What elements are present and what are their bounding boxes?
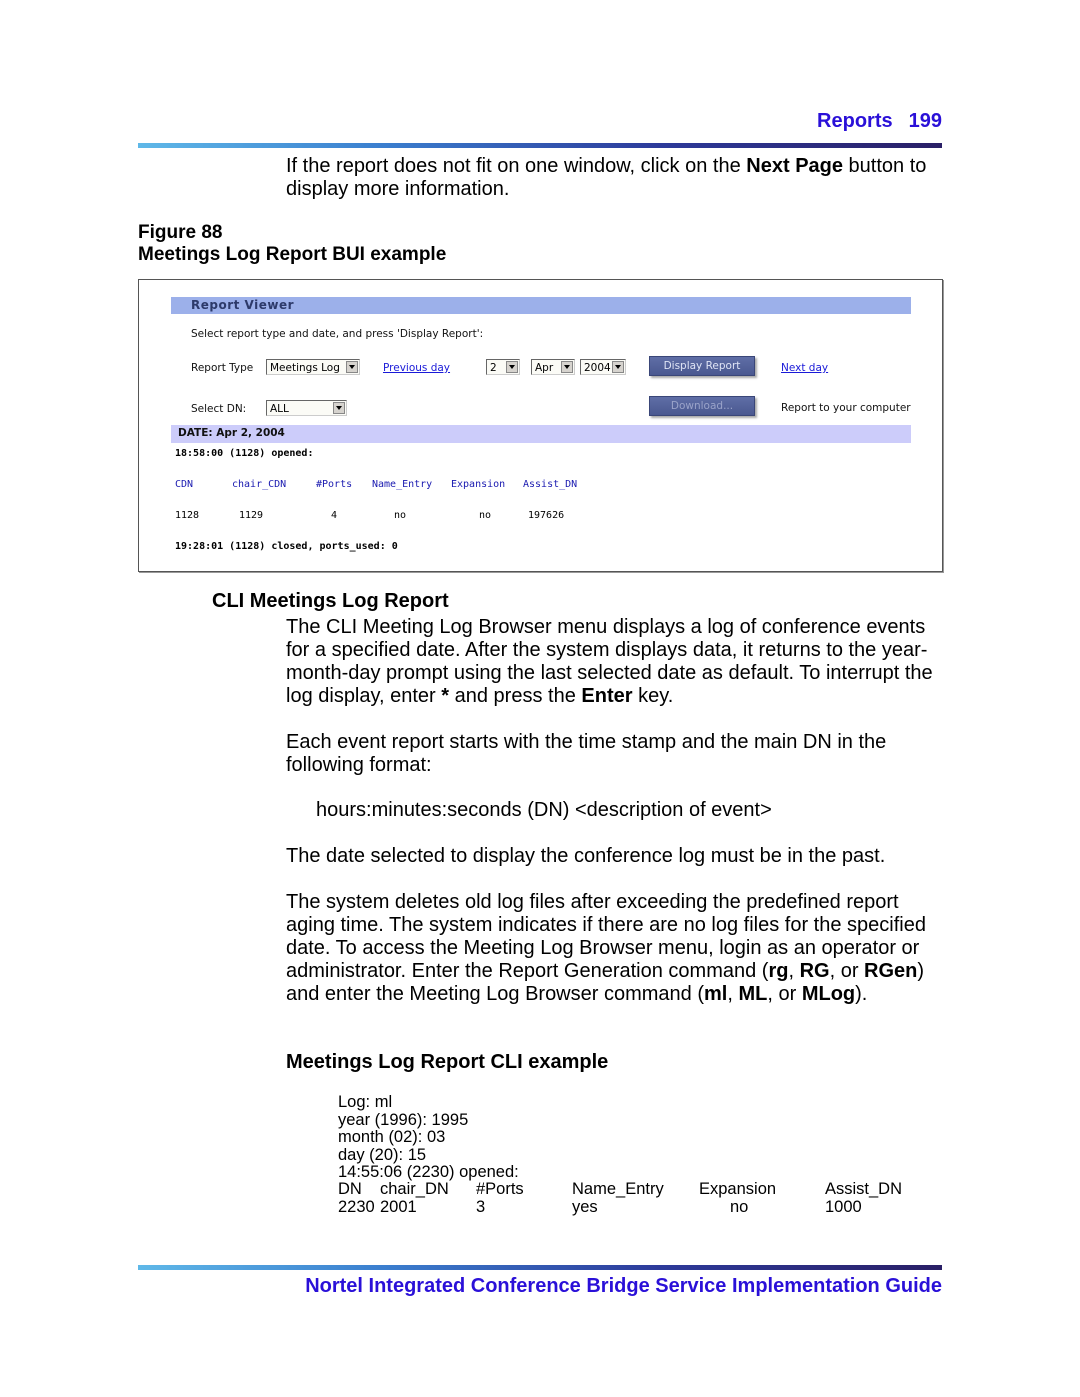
- cli-cell-dn: 2230: [338, 1198, 375, 1216]
- report-col-chair-cdn: chair_CDN: [232, 479, 287, 490]
- intro-paragraph: If the report does not fit on one window…: [286, 155, 927, 200]
- report-cell-expansion: no: [479, 510, 492, 521]
- report-type-select[interactable]: Meetings Log: [266, 359, 360, 375]
- cli-col-ports: #Ports: [476, 1180, 524, 1198]
- previous-day-link[interactable]: Previous day: [383, 362, 450, 374]
- report-date: DATE: Apr 2, 2004: [178, 427, 285, 439]
- chevron-down-icon: [506, 361, 518, 373]
- closed-line: 19:28:01 (1128) closed, ports_used: 0: [175, 541, 398, 552]
- report-viewer-title: Report Viewer: [191, 298, 295, 312]
- cli-paragraph-4: The system deletes old log files after e…: [286, 891, 926, 1005]
- report-col-ports: #Ports: [316, 479, 353, 490]
- figure-number: Figure 88: [138, 222, 223, 243]
- report-col-assist-dn: Assist_DN: [523, 479, 578, 490]
- cli-col-assist-dn: Assist_DN: [825, 1180, 903, 1198]
- display-report-button[interactable]: Display Report: [649, 356, 755, 376]
- figure-caption: Meetings Log Report BUI example: [138, 244, 447, 265]
- instruction-text: Select report type and date, and press '…: [191, 328, 484, 340]
- chevron-down-icon: [612, 361, 624, 373]
- report-cell-assist-dn: 197626: [528, 510, 565, 521]
- month-select[interactable]: Apr: [531, 359, 575, 375]
- report-cell-name-entry: no: [394, 510, 407, 521]
- footer-title: Nortel Integrated Conference Bridge Serv…: [305, 1275, 942, 1297]
- cli-line: 14:55:06 (2230) opened:: [338, 1163, 519, 1181]
- select-dn-dropdown[interactable]: ALL: [266, 400, 347, 416]
- cli-line: month (02): 03: [338, 1128, 446, 1146]
- cli-cell-ports: 3: [476, 1198, 486, 1216]
- running-header: Reports 199: [600, 110, 942, 133]
- cli-paragraph-3: The date selected to display the confere…: [286, 845, 886, 867]
- next-day-link[interactable]: Next day: [781, 362, 828, 374]
- cli-cell-name-entry: yes: [572, 1198, 598, 1216]
- report-type-label: Report Type: [191, 362, 254, 374]
- report-cell-cdn: 1128: [175, 510, 200, 521]
- cli-paragraph-1: The CLI Meeting Log Browser menu display…: [286, 616, 933, 707]
- opened-line: 18:58:00 (1128) opened:: [175, 448, 314, 459]
- cli-paragraph-2: Each event report starts with the time s…: [286, 731, 887, 776]
- cli-example-lines: Log: ml year (1996): 1995 month (02): 03…: [338, 1093, 519, 1182]
- cli-example-heading: Meetings Log Report CLI example: [286, 1051, 609, 1073]
- cli-col-chair-dn: chair_DN: [380, 1180, 449, 1198]
- next-page-term: Next Page: [746, 155, 843, 177]
- report-col-name-entry: Name_Entry: [372, 479, 433, 490]
- cli-cell-expansion: no: [730, 1198, 749, 1216]
- download-note: Report to your computer: [781, 402, 911, 414]
- date-header-bar: DATE: Apr 2, 2004: [171, 425, 911, 443]
- select-dn-label: Select DN:: [191, 403, 247, 415]
- report-col-expansion: Expansion: [451, 479, 506, 490]
- footer-rule: [138, 1265, 942, 1270]
- report-cell-ports: 4: [331, 510, 338, 521]
- cli-line: Log: ml: [338, 1093, 393, 1111]
- report-viewer-figure: Report Viewer Select report type and dat…: [138, 279, 943, 572]
- enter-key-term: Enter: [581, 685, 633, 707]
- chevron-down-icon: [346, 361, 358, 373]
- download-button[interactable]: Download...: [649, 396, 755, 416]
- event-format: hours:minutes:seconds (DN) <description …: [316, 799, 772, 821]
- cli-section-heading: CLI Meetings Log Report: [212, 590, 449, 612]
- report-cell-chair-cdn: 1129: [239, 510, 264, 521]
- header-rule: [138, 143, 942, 148]
- cli-col-name-entry: Name_Entry: [572, 1180, 664, 1198]
- cli-line: year (1996): 1995: [338, 1110, 469, 1129]
- chevron-down-icon: [333, 402, 345, 414]
- cli-cell-assist-dn: 1000: [825, 1198, 862, 1216]
- page-number: 199: [908, 110, 942, 132]
- cli-col-expansion: Expansion: [699, 1180, 777, 1198]
- figure-label: Figure 88 Meetings Log Report BUI exampl…: [138, 222, 446, 266]
- section-name: Reports: [817, 110, 893, 132]
- year-select[interactable]: 2004: [580, 359, 626, 375]
- cli-col-dn: DN: [338, 1180, 362, 1198]
- report-viewer-titlebar: Report Viewer: [171, 297, 911, 314]
- report-col-cdn: CDN: [175, 479, 194, 490]
- chevron-down-icon: [561, 361, 573, 373]
- cli-line: day (20): 15: [338, 1145, 427, 1164]
- day-select[interactable]: 2: [486, 359, 520, 375]
- cli-cell-chair-dn: 2001: [380, 1198, 417, 1216]
